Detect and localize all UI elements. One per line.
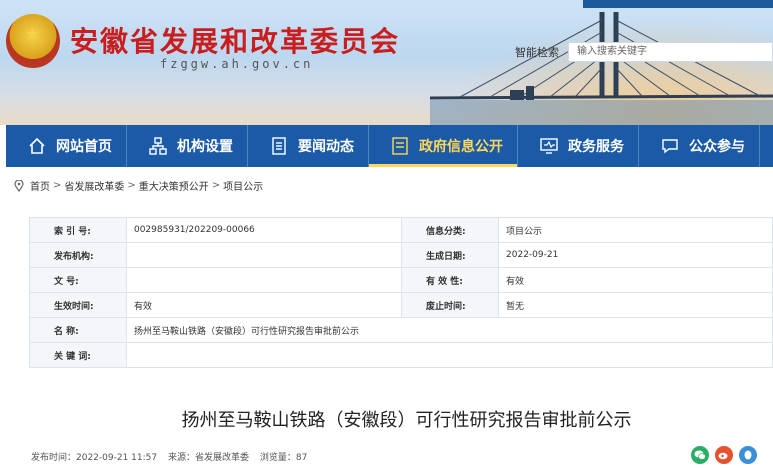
index-label: 索 引 号: [29,217,127,243]
table-row: 文 号: 有 效 性: 有效 [29,267,773,293]
article-source: 来源：省发展改革委 [167,453,249,463]
breadcrumb-home[interactable]: 首页 [30,178,50,193]
nav-item-home[interactable]: 网站首页 [6,125,127,167]
doc-number-value [125,267,403,293]
table-row: 发布机构: 生成日期: 2022-09-21 [29,242,773,268]
date-label: 生成日期: [401,242,500,268]
article-title: 扬州至马鞍山铁路（安徽段）可行性研究报告审批前公示 [181,410,632,431]
effective-time-label: 生效时间: [29,292,127,318]
main-nav: 网站首页 机构设置 要闻动态 政府信息公开 政务服务 公众参与 [6,125,773,167]
category-label: 信息分类: [401,217,500,243]
name-label: 名 称: [29,317,127,343]
site-title: 安徽省发展和改革委员会 [70,25,401,58]
view-count: 浏览量：87 [259,453,308,463]
breadcrumb-ndrc[interactable]: 省发展改革委 [64,178,124,193]
nav-item-news[interactable]: 要闻动态 [248,125,369,167]
nav-item-label: 公众参与 [689,139,745,155]
validity-label: 有 效 性: [401,267,500,293]
bridge-illustration [430,12,773,125]
breadcrumb-separator: > [211,180,221,191]
weibo-share-icon[interactable] [715,446,733,464]
breadcrumb-major-decisions[interactable]: 重大决策预公开 [139,178,209,193]
breadcrumb-project-notice[interactable]: 项目公示 [223,178,263,193]
chat-icon [662,139,678,154]
table-row: 关 键 词: [29,342,773,368]
nav-item-label: 机构设置 [177,139,233,155]
repeal-time-label: 废止时间: [401,292,500,318]
nav-item-label: 网站首页 [56,139,112,155]
top-links-strip [583,0,773,8]
effective-time-value: 有效 [125,292,403,318]
name-value: 扬州至马鞍山铁路（安徽段）可行性研究报告审批前公示 [125,317,773,343]
wechat-share-icon[interactable] [691,446,709,464]
date-value: 2022-09-21 [498,242,773,268]
location-pin-icon [14,179,24,192]
publisher-label: 发布机构: [29,242,127,268]
home-icon [29,137,45,154]
nav-item-label: 政务服务 [568,139,624,155]
breadcrumb-separator: > [127,180,136,191]
document-info-table: 索 引 号: 002985931/202209-00066 信息分类: 项目公示… [29,217,773,368]
keywords-value [125,342,773,368]
keywords-label: 关 键 词: [29,342,127,368]
news-icon [272,137,286,155]
table-row: 名 称: 扬州至马鞍山铁路（安徽段）可行性研究报告审批前公示 [29,317,773,343]
share-bar [685,446,757,464]
index-value: 002985931/202209-00066 [125,217,403,243]
table-row: 生效时间: 有效 废止时间: 暂无 [29,292,773,318]
national-emblem-icon: ★ [6,14,60,68]
breadcrumb: 首页 > 省发展改革委 > 重大决策预公开 > 项目公示 [14,178,263,193]
header-banner: ★ 安徽省发展和改革委员会 fzggw.ah.gov.cn 智能检索 输入搜索关… [0,0,773,125]
nav-item-public[interactable]: 公众参与 [639,125,760,167]
info-open-icon [392,137,408,155]
repeal-time-value: 暂无 [498,292,773,318]
nav-item-services[interactable]: 政务服务 [518,125,639,167]
article-meta: 发布时间：2022-09-21 11:57 来源：省发展改革委 浏览量：87 [31,450,315,463]
nav-item-gov-info[interactable]: 政府信息公开 [369,125,518,167]
category-value: 项目公示 [498,217,773,243]
monitor-icon [540,138,558,154]
validity-value: 有效 [498,267,773,293]
smart-search-label: 智能检索 [515,46,559,59]
breadcrumb-separator: > [53,180,62,191]
org-chart-icon [149,137,167,155]
table-row: 索 引 号: 002985931/202209-00066 信息分类: 项目公示 [29,217,773,243]
doc-number-label: 文 号: [29,267,127,293]
nav-item-organization[interactable]: 机构设置 [127,125,248,167]
search-input[interactable]: 输入搜索关键字 [568,42,773,62]
nav-item-label: 政府信息公开 [419,139,503,155]
qq-share-icon[interactable] [739,446,757,464]
publisher-value [125,242,403,268]
site-domain: fzggw.ah.gov.cn [160,57,314,71]
nav-item-label: 要闻动态 [298,139,354,155]
publish-time: 发布时间：2022-09-21 11:57 [31,453,158,463]
